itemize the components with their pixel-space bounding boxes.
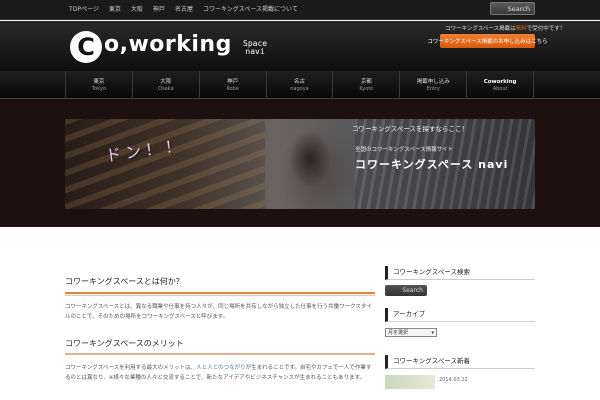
- article-paragraph: コワーキングスペースとは、異なる職業や仕事を持つ人々が、同じ場所を共有しながら独…: [65, 304, 372, 320]
- chevron-down-icon: ▾: [431, 329, 434, 336]
- gnav-sublabel: Osaka: [158, 85, 174, 92]
- sidebar-search-button[interactable]: Search: [385, 285, 427, 296]
- sidebar-heading-search: コワーキングスペース検索: [385, 266, 535, 280]
- section-paragraph: コワーキングスペースを利用する最大のメリットは、人と人とのつながりが生まれること…: [65, 363, 375, 383]
- hero-banner[interactable]: ドン！！ コワーキングスペースを探すならここ！ 全国のコワーキングスペース情報サ…: [65, 119, 535, 209]
- gnav-label: Coworking: [483, 78, 517, 85]
- global-nav-items: 東京 Tokyo 大阪 Osaka 神戸 Kobe 名古 nagoya 京都 K…: [65, 71, 535, 99]
- search-label: Search: [402, 287, 423, 294]
- gnav-item-kyoto[interactable]: 京都 Kyoto: [332, 71, 399, 99]
- gnav-item-osaka[interactable]: 大阪 Osaka: [131, 71, 199, 99]
- main-content: コワーキングスペースとは何か？ コワーキングスペースとは、異なる職業や仕事を持つ…: [65, 276, 375, 383]
- gnav-label: 大阪: [160, 78, 172, 85]
- logo-subtitle: Space navi: [243, 40, 267, 56]
- listing-application-button[interactable]: コワーキングスペース掲載のお申し込みはこちら: [427, 34, 548, 48]
- gnav-sublabel: Entry: [426, 85, 440, 92]
- top-utility-bar: TOPページ 東京 大阪 神戸 名古屋 コワーキングスペース掲載について Sea…: [0, 0, 600, 20]
- top-search-button[interactable]: Search: [490, 2, 535, 15]
- header-note-suffix: で受付中です！: [526, 26, 566, 32]
- gnav-label: 京都: [360, 78, 372, 85]
- hero-caption: コワーキングスペースを探すならここ！: [352, 125, 469, 133]
- top-nav-home[interactable]: TOPページ: [69, 4, 99, 13]
- gnav-item-about[interactable]: Coworking About: [466, 71, 535, 99]
- section-text-a: コワーキングスペースを利用する最大のメリットは、: [65, 365, 197, 371]
- select-value: 月を選択: [388, 330, 409, 336]
- sidebar-heading-recent: コワーキングスペース新着: [385, 355, 535, 369]
- gnav-item-kobe[interactable]: 神戸 Kobe: [198, 71, 266, 99]
- gnav-label: 神戸: [227, 78, 239, 85]
- logo-sub-navi: navi: [245, 47, 265, 56]
- header-note: コワーキングスペース掲載は無料で受付中です！: [445, 24, 565, 32]
- gnav-sublabel: About: [492, 85, 508, 92]
- logo-circle[interactable]: C: [70, 31, 102, 63]
- logo-text[interactable]: o,working: [104, 32, 232, 57]
- gnav-sublabel: Tokyo: [91, 85, 106, 92]
- hero-subcaption: 全国のコワーキングスペース情報サイト: [355, 147, 454, 153]
- gnav-label: 掲載申し込み: [416, 78, 450, 85]
- header-note-prefix: コワーキングスペース掲載は: [445, 26, 516, 32]
- archive-month-select[interactable]: 月を選択 ▾: [385, 328, 437, 337]
- top-nav-osaka[interactable]: 大阪: [131, 4, 143, 13]
- recent-post-date: 2014.03.22: [439, 377, 468, 383]
- gnav-sublabel: Kobe: [226, 85, 239, 92]
- top-nav-tokyo[interactable]: 東京: [109, 4, 121, 13]
- sidebar: コワーキングスペース検索 Search アーカイブ 月を選択 ▾ コワーキングス…: [385, 266, 535, 389]
- gnav-sublabel: nagoya: [290, 85, 309, 92]
- gnav-sublabel: Kyoto: [359, 85, 374, 92]
- sidebar-heading-archive: アーカイブ: [385, 308, 535, 322]
- header-note-free: 無料: [515, 26, 527, 32]
- article-heading: コワーキングスペースとは何か？: [65, 276, 375, 296]
- cta-label: コワーキングスペース掲載のお申し込みはこちら: [427, 39, 548, 45]
- site-header: C o,working Space navi コワーキングスペース掲載は無料で受…: [0, 21, 600, 71]
- top-nav: TOPページ 東京 大阪 神戸 名古屋 コワーキングスペース掲載について: [69, 4, 298, 13]
- recent-post-item[interactable]: 2014.03.22: [385, 375, 535, 389]
- hero-title: コワーキングスペース navi: [355, 158, 509, 171]
- gnav-item-nagoya[interactable]: 名古 nagoya: [265, 71, 333, 99]
- top-nav-nagoya[interactable]: 名古屋: [175, 4, 193, 13]
- top-nav-listing[interactable]: コワーキングスペース掲載について: [203, 4, 298, 13]
- global-nav: 東京 Tokyo 大阪 Osaka 神戸 Kobe 名古 nagoya 京都 K…: [0, 71, 600, 99]
- section-heading: コワーキングスペースのメリット: [65, 338, 375, 355]
- inline-link[interactable]: 人と人とのつながり: [196, 365, 245, 371]
- gnav-item-entry[interactable]: 掲載申し込み Entry: [399, 71, 466, 99]
- top-nav-kobe[interactable]: 神戸: [153, 4, 165, 13]
- recent-post-thumbnail[interactable]: [385, 375, 435, 389]
- hero-background-beams: [65, 119, 265, 209]
- gnav-item-tokyo[interactable]: 東京 Tokyo: [65, 71, 132, 99]
- gnav-label: 名古: [294, 78, 306, 85]
- gnav-label: 東京: [93, 78, 105, 85]
- search-label: Search: [507, 4, 530, 13]
